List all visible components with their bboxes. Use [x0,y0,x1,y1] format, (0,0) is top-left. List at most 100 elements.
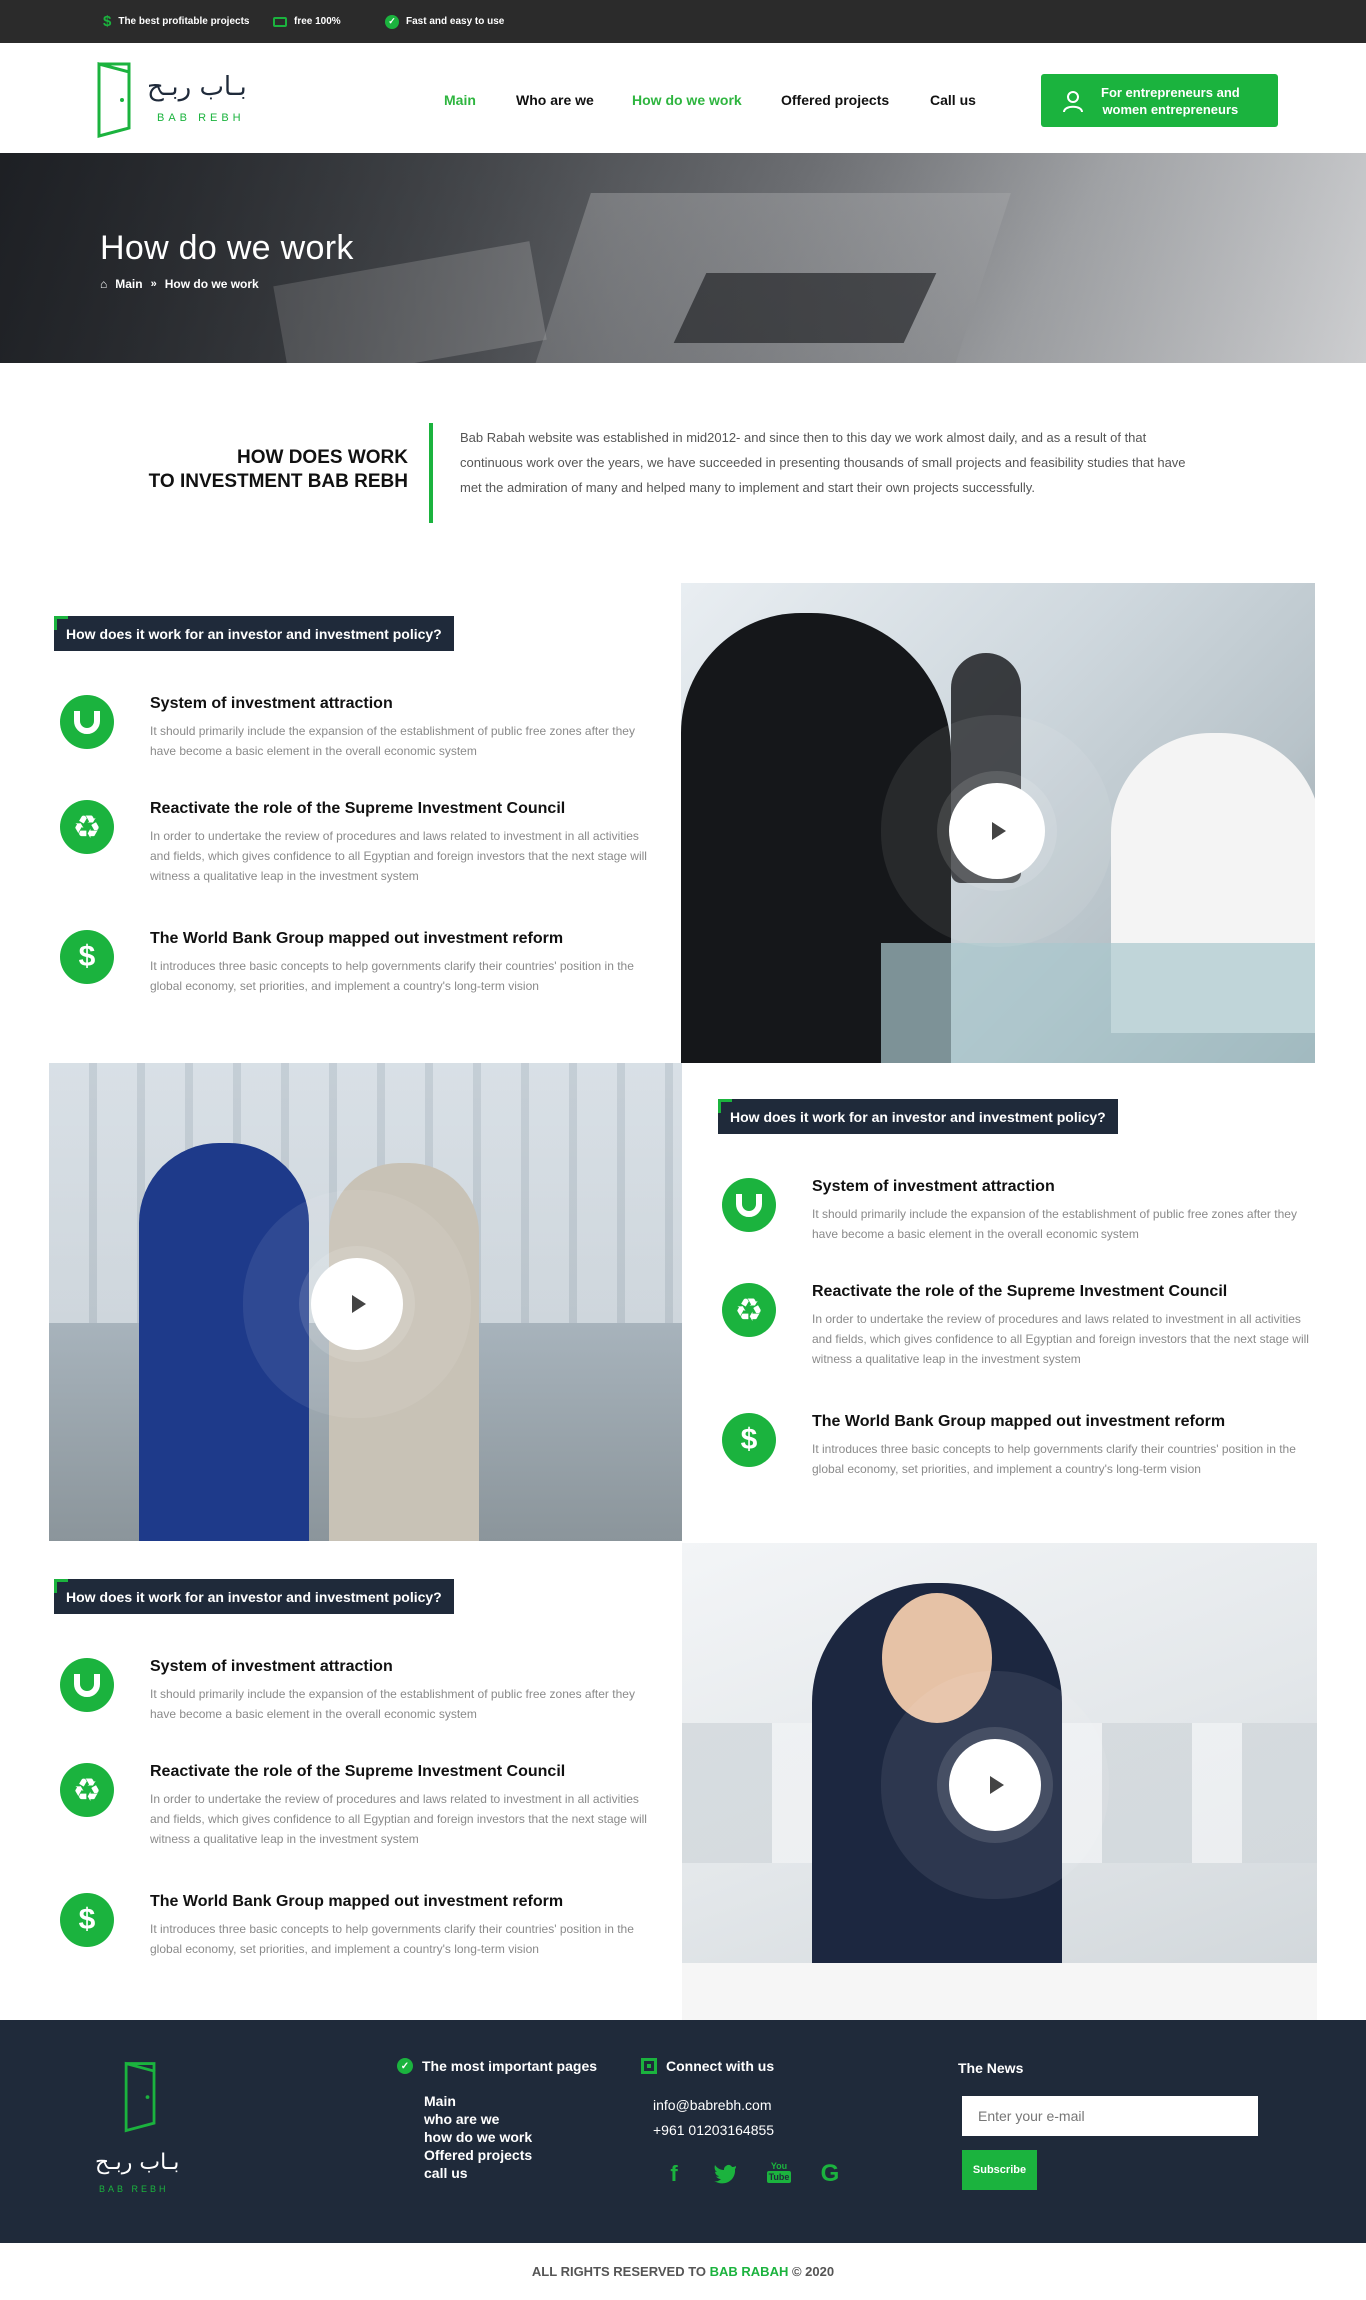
copyright-suffix: © 2020 [788,2264,835,2279]
topbar-label: The best profitable projects [118,16,250,27]
footer-connect-heading: Connect with us [641,2058,774,2074]
woman-in-blazer-figure [329,1163,479,1541]
recycle-icon: ♻ [60,800,114,854]
nav-item-call-us[interactable]: Call us [930,92,976,108]
table-surface [881,943,1315,1063]
nav-item-offered-projects[interactable]: Offered projects [781,92,889,108]
intro-text: Bab Rabah website was established in mid… [460,430,1186,495]
feature-title: System of investment attraction [150,1658,393,1675]
intro-title: HOW DOES WORK TO INVESTMENT BAB REBH [148,447,408,492]
footer-pages-heading: ✓ The most important pages [397,2058,597,2074]
google-icon[interactable]: G [816,2160,844,2188]
magnet-icon [60,1658,114,1712]
logo-arabic: بـاب ربـح [147,72,247,102]
home-icon: ⌂ [100,277,108,291]
facebook-icon[interactable]: f [660,2160,688,2188]
entrepreneurs-button[interactable]: For entrepreneurs and women entrepreneur… [1041,74,1278,127]
magnet-icon [722,1178,776,1232]
feature-title: Reactivate the role of the Supreme Inves… [812,1283,1228,1300]
desk-surface [682,1963,1317,2020]
feature-desc: It should primarily include the expansio… [150,724,635,758]
footer-link-how-do-we-work[interactable]: how do we work [424,2128,532,2146]
subscribe-button[interactable]: Subscribe [962,2150,1037,2190]
copyright-bar: ALL RIGHTS RESERVED TO BAB RABAH © 2020 [0,2243,1366,2300]
feature-desc: It introduces three basic concepts to he… [150,1922,634,1956]
feature-title: The World Bank Group mapped out investme… [812,1413,1226,1430]
dollar-icon: $ [60,930,114,984]
dollar-icon: $ [722,1413,776,1467]
feature-desc: In order to undertake the review of proc… [812,1312,1309,1366]
nav-item-how-do-we-work[interactable]: How do we work [632,92,742,108]
feature-desc: In order to undertake the review of proc… [150,829,647,883]
feature-desc: It should primarily include the expansio… [812,1207,1297,1241]
dollar-icon: $ [103,13,112,30]
footer-phone[interactable]: +961 01203164855 [653,2118,774,2143]
footer-logo-arabic: بـاب ربـح [95,2150,180,2175]
face-shape [882,1593,992,1723]
chevron-right-icon: » [150,278,157,290]
feature-title: System of investment attraction [150,695,393,712]
door-logo-icon [97,62,131,138]
feature-title: Reactivate the role of the Supreme Inves… [150,1763,566,1780]
footer-logo[interactable]: بـاب ربـح BAB REBH [95,2058,185,2208]
dollar-icon: $ [60,1893,114,1947]
footer-link-offered-projects[interactable]: Offered projects [424,2146,532,2164]
check-circle-icon: ✓ [397,2058,413,2074]
man-in-suit-figure [139,1143,309,1541]
nav-item-who-are-we[interactable]: Who are we [516,92,594,108]
feature-title: System of investment attraction [812,1178,1055,1195]
recycle-icon: ♻ [722,1283,776,1337]
feature-desc: In order to undertake the review of proc… [150,1792,647,1846]
magnet-icon [60,695,114,749]
footer-logo-latin: BAB REBH [99,2184,169,2194]
businessman-photo [682,1543,1317,2020]
feature-title: The World Bank Group mapped out investme… [150,930,564,947]
topbar-item-fast: ✓ Fast and easy to use [385,0,504,43]
feature-desc: It introduces three basic concepts to he… [812,1442,1296,1476]
business-couple-photo [49,1063,682,1541]
copyright-brand[interactable]: BAB RABAH [710,2264,789,2279]
page-hero: How do we work ⌂ Main » How do we work [0,153,1366,363]
intro-divider [429,423,433,523]
twitter-icon[interactable] [711,2160,739,2188]
qr-icon [641,2058,657,2074]
site-logo[interactable]: بـاب ربـح BAB REBH [95,58,275,144]
footer-link-call-us[interactable]: call us [424,2164,532,2182]
meeting-photo [681,583,1315,1063]
footer-news-heading: The News [958,2060,1024,2076]
footer-link-main[interactable]: Main [424,2092,532,2110]
check-circle-icon: ✓ [385,14,399,29]
video-play-button[interactable] [949,1739,1041,1831]
logo-latin: BAB REBH [157,112,245,124]
feature-title: The World Bank Group mapped out investme… [150,1893,564,1910]
video-play-button[interactable] [311,1258,403,1350]
youtube-icon[interactable]: You Tube [765,2158,793,2186]
topbar-item-free: free 100% [273,0,341,43]
topbar-label: free 100% [294,16,341,27]
topbar-label: Fast and easy to use [406,16,505,27]
footer-contact: info@babrebh.com +961 01203164855 [653,2093,774,2143]
feature-title: Reactivate the role of the Supreme Inves… [150,800,566,817]
section-label: How does it work for an investor and inv… [718,1099,1118,1134]
section-label: How does it work for an investor and inv… [54,1579,454,1614]
breadcrumb: ⌂ Main » How do we work [100,277,259,291]
footer-link-who-are-we[interactable]: who are we [424,2110,532,2128]
nav-item-main[interactable]: Main [444,92,476,108]
top-bar: $ The best profitable projects free 100%… [0,0,1366,43]
section-label: How does it work for an investor and inv… [54,616,454,651]
user-icon [1063,90,1083,112]
topbar-item-profitable: $ The best profitable projects [103,0,249,43]
feature-desc: It introduces three basic concepts to he… [150,959,634,993]
feature-desc: It should primarily include the expansio… [150,1687,635,1721]
door-logo-icon [124,2061,156,2133]
breadcrumb-item-current: How do we work [164,277,259,291]
newsletter-email-input[interactable] [962,2096,1258,2136]
money-icon [273,16,287,27]
video-play-button[interactable] [949,783,1045,879]
breadcrumb-item-main[interactable]: Main [115,277,142,291]
footer-email[interactable]: info@babrebh.com [653,2093,774,2118]
copyright-prefix: ALL RIGHTS RESERVED TO [531,2264,710,2279]
recycle-icon: ♻ [60,1763,114,1817]
footer-links: Main who are we how do we work Offered p… [424,2092,532,2182]
entrepreneurs-button-label: For entrepreneurs and women entrepreneur… [1101,84,1240,117]
